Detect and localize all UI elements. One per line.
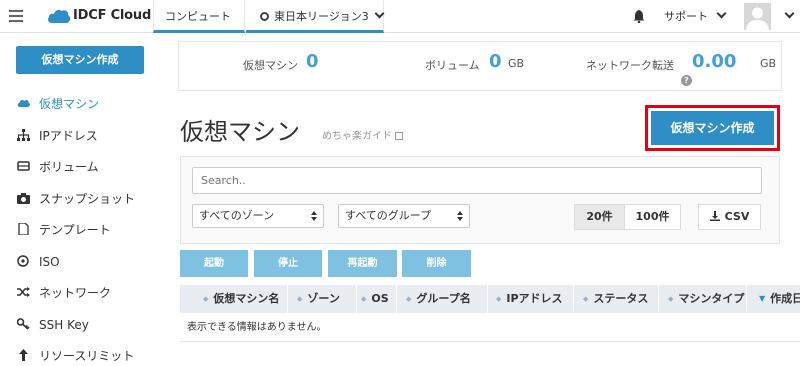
group-select[interactable]: すべてのグループ	[338, 204, 470, 228]
hamburger-menu-icon[interactable]	[9, 10, 23, 22]
start-button[interactable]: 起動	[180, 250, 248, 277]
bell-icon[interactable]	[633, 10, 645, 23]
zone-select[interactable]: すべてのゾーン	[192, 204, 324, 228]
sidebar-item-ip[interactable]: IPアドレス	[17, 126, 98, 146]
column-header-group[interactable]: ◆ グループ名	[397, 285, 488, 313]
sidebar-item-template[interactable]: テンプレート	[17, 220, 111, 240]
sidebar-create-vm-button[interactable]: 仮想マシン作成	[16, 46, 144, 74]
sort-icon: ◆	[361, 295, 367, 303]
sort-icon: ◆	[496, 295, 502, 303]
restart-button[interactable]: 再起動	[328, 250, 397, 277]
column-header-status[interactable]: ◆ ステータス	[574, 285, 659, 313]
sidebar-item-vm[interactable]: 仮想マシン	[17, 94, 99, 114]
group-select-value: すべてのグループ	[345, 209, 432, 222]
sidebar-item-label: スナップショット	[39, 192, 136, 206]
cloud-icon	[17, 99, 30, 107]
sort-icon: ◆	[297, 295, 303, 303]
external-link-icon	[395, 132, 403, 140]
disc-icon	[17, 255, 29, 267]
sort-icon: ◆	[406, 295, 412, 303]
network-transfer-value: 0.00	[692, 51, 737, 72]
sidebar-item-label: ISO	[39, 255, 60, 269]
help-icon[interactable]: ?	[681, 75, 692, 86]
main-content: 仮想マシン 0 ボリューム 0 GB ネットワーク転送 0.00 GB ? 仮想…	[160, 33, 800, 362]
logo-text[interactable]: IDCF Cloud	[73, 8, 151, 23]
sort-icon: ◆	[203, 295, 209, 303]
delete-button[interactable]: 削除	[402, 250, 471, 277]
support-dropdown[interactable]: サポート	[664, 0, 727, 33]
network-transfer-label: ネットワーク転送	[586, 59, 674, 72]
camera-icon	[17, 193, 30, 204]
page-title: 仮想マシン	[180, 118, 300, 146]
chevron-down-icon	[716, 8, 727, 19]
support-label: サポート	[664, 10, 708, 23]
sidebar-item-volume[interactable]: ボリューム	[17, 157, 99, 177]
avatar[interactable]	[744, 3, 771, 30]
sidebar-item-label: ネットワーク	[39, 286, 112, 300]
nav-region-label: 東日本リージョン3	[274, 10, 369, 23]
stop-button[interactable]: 停止	[254, 250, 322, 277]
column-header-ip[interactable]: ◆ IPアドレス	[488, 285, 574, 313]
shuffle-icon	[17, 287, 30, 297]
sidebar-item-label: リソースリミット	[39, 349, 135, 363]
easy-guide-link[interactable]: めちゃ楽ガイド	[322, 127, 403, 142]
column-header-machine-type[interactable]: ◆ マシンタイプ	[659, 285, 747, 313]
chevron-down-icon[interactable]	[784, 8, 795, 19]
nav-compute-dropdown[interactable]: コンピュート	[153, 0, 245, 52]
page-size-100-button[interactable]: 100件	[624, 204, 681, 230]
search-input[interactable]	[192, 167, 762, 194]
sidebar-item-iso[interactable]: ISO	[17, 252, 60, 272]
volume-label: ボリューム	[425, 59, 480, 72]
sidebar-item-network[interactable]: ネットワーク	[17, 283, 111, 303]
sidebar-item-label: テンプレート	[39, 223, 111, 237]
network-tree-icon	[17, 129, 30, 141]
sidebar-item-resource-limit[interactable]: リソースリミット	[17, 346, 134, 366]
filter-panel: すべてのゾーン すべてのグループ 20件 100件 CSV	[180, 156, 780, 244]
idcf-cloud-logo-icon[interactable]	[47, 7, 71, 24]
arrow-up-icon	[19, 349, 28, 361]
sort-desc-icon: ▼	[759, 294, 766, 303]
vm-count-label: 仮想マシン	[243, 59, 298, 72]
volume-value: 0	[489, 51, 502, 72]
create-vm-highlight-box: 仮想マシン作成	[645, 105, 780, 151]
document-icon	[18, 223, 29, 235]
column-header-vm-name[interactable]: ◆ 仮想マシン名	[180, 285, 288, 313]
sidebar-item-ssh-key[interactable]: SSH Key	[17, 315, 89, 335]
chevron-down-icon	[374, 8, 385, 19]
sidebar-item-label: ボリューム	[39, 160, 99, 174]
column-header-zone[interactable]: ◆ ゾーン	[288, 285, 357, 313]
user-silhouette-icon	[746, 7, 769, 30]
select-arrows-icon	[457, 211, 463, 221]
csv-label: CSV	[724, 210, 750, 223]
column-header-created[interactable]: ▼ 作成日	[747, 285, 800, 313]
create-vm-button[interactable]: 仮想マシン作成	[651, 111, 774, 145]
nav-region-dropdown[interactable]: 東日本リージョン3	[246, 0, 385, 33]
sidebar: 仮想マシン作成 仮想マシン IPアドレス ボリューム スナップショット テンプレ…	[0, 33, 160, 363]
key-icon	[17, 318, 30, 330]
column-header-os[interactable]: ◆ OS	[357, 285, 397, 313]
sidebar-item-label: SSH Key	[39, 318, 89, 332]
zone-select-value: すべてのゾーン	[199, 209, 275, 222]
download-icon	[709, 211, 720, 221]
easy-guide-label: めちゃ楽ガイド	[322, 131, 392, 142]
sidebar-item-label: 仮想マシン	[39, 97, 100, 111]
table-header: ◆ 仮想マシン名 ◆ ゾーン ◆ OS ◆ グループ名 ◆ IPアドレス ◆ ステータス ◆…	[180, 285, 800, 313]
globe-icon	[260, 12, 269, 21]
sort-icon: ◆	[668, 295, 674, 303]
sidebar-item-label: IPアドレス	[39, 129, 98, 143]
network-transfer-unit: GB	[760, 57, 777, 70]
sidebar-item-snapshot[interactable]: スナップショット	[17, 189, 135, 209]
drive-icon	[17, 161, 30, 171]
page-size-20-button[interactable]: 20件	[574, 204, 625, 230]
select-arrows-icon	[311, 211, 317, 221]
top-bar: IDCF Cloud コンピュート 東日本リージョン3 サポート	[0, 0, 800, 52]
sort-icon: ◆	[583, 295, 589, 303]
nav-compute-label: コンピュート	[165, 10, 231, 23]
table-empty-message: 表示できる情報はありません。	[180, 313, 800, 342]
summary-stats-panel: 仮想マシン 0 ボリューム 0 GB ネットワーク転送 0.00 GB ?	[178, 41, 782, 91]
vm-count-value: 0	[306, 51, 319, 72]
csv-download-button[interactable]: CSV	[698, 204, 761, 230]
volume-unit: GB	[508, 57, 525, 70]
